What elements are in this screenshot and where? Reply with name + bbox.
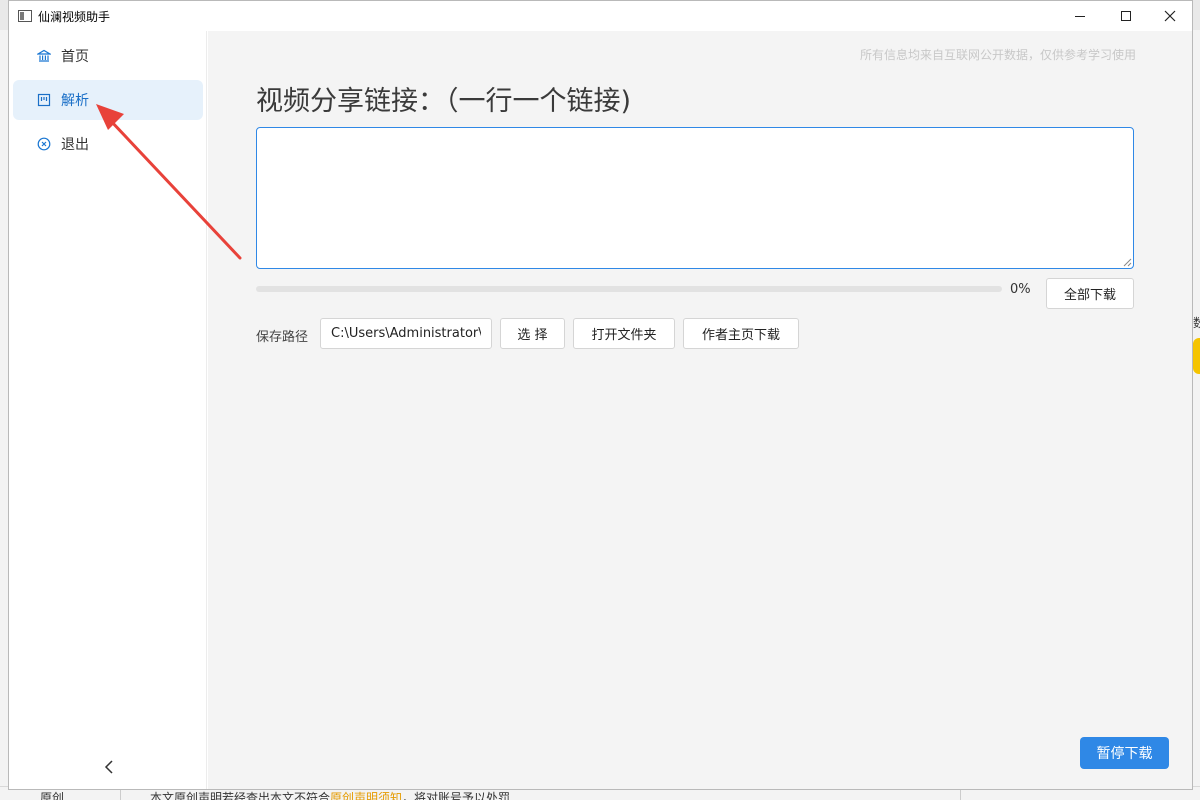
sidebar-item-label: 退出 [61,137,89,153]
collapse-sidebar-button[interactable] [99,757,119,777]
background-yellow-tab [1193,338,1200,374]
app-window: 仙澜视频助手 首页 解析 退出 所有信息均来自互联网公开数据，仅供参考学习使用 … [8,0,1193,790]
background-right-text: 数 [1193,316,1200,330]
open-folder-button[interactable]: 打开文件夹 [573,318,675,349]
close-circle-icon [37,137,51,151]
resize-grip-icon[interactable] [1123,258,1132,267]
author-homepage-download-button[interactable]: 作者主页下载 [683,318,799,349]
app-icon [18,10,32,22]
close-button[interactable] [1147,1,1193,31]
background-right-edge: 数 [1193,30,1200,786]
save-path-label: 保存路径 [256,330,309,345]
bank-icon [37,49,51,63]
close-icon [1164,10,1176,22]
select-path-button[interactable]: 选 择 [500,318,565,349]
background-bottom-notice: 本文原创声明若经查出本文不符合原创声明须知，将对账号予以处罚 [150,789,510,800]
minimize-icon [1075,15,1085,17]
window-title: 仙澜视频助手 [38,10,111,24]
sidebar-item-label: 解析 [61,93,89,109]
maximize-icon [1121,11,1131,21]
progress-percent: 0% [1010,282,1031,297]
sidebar-item-home[interactable]: 首页 [13,36,203,76]
background-left-edge [0,30,8,786]
title-bar[interactable]: 仙澜视频助手 [9,1,1192,31]
maximize-button[interactable] [1103,1,1149,31]
disclaimer-text: 所有信息均来自互联网公开数据，仅供参考学习使用 [859,48,1136,62]
sidebar: 首页 解析 退出 [9,31,207,789]
sidebar-item-label: 首页 [61,49,89,65]
chevron-left-icon [104,760,113,774]
save-path-input[interactable] [320,318,492,349]
frame-icon [37,93,51,107]
main-panel: 所有信息均来自互联网公开数据，仅供参考学习使用 视频分享链接：（一行一个链接) … [208,31,1192,789]
video-link-input[interactable] [256,127,1134,269]
download-progress-bar [256,286,1002,292]
sidebar-item-parse[interactable]: 解析 [13,80,203,120]
minimize-button[interactable] [1057,1,1103,31]
page-title: 视频分享链接：（一行一个链接) [256,86,632,117]
pause-download-button[interactable]: 暂停下载 [1080,737,1169,769]
background-bottom-left-text: 原创 [40,791,65,800]
sidebar-item-exit[interactable]: 退出 [13,124,203,164]
download-all-button[interactable]: 全部下载 [1046,278,1134,309]
background-notice-link[interactable]: 原创声明须知 [330,791,402,800]
